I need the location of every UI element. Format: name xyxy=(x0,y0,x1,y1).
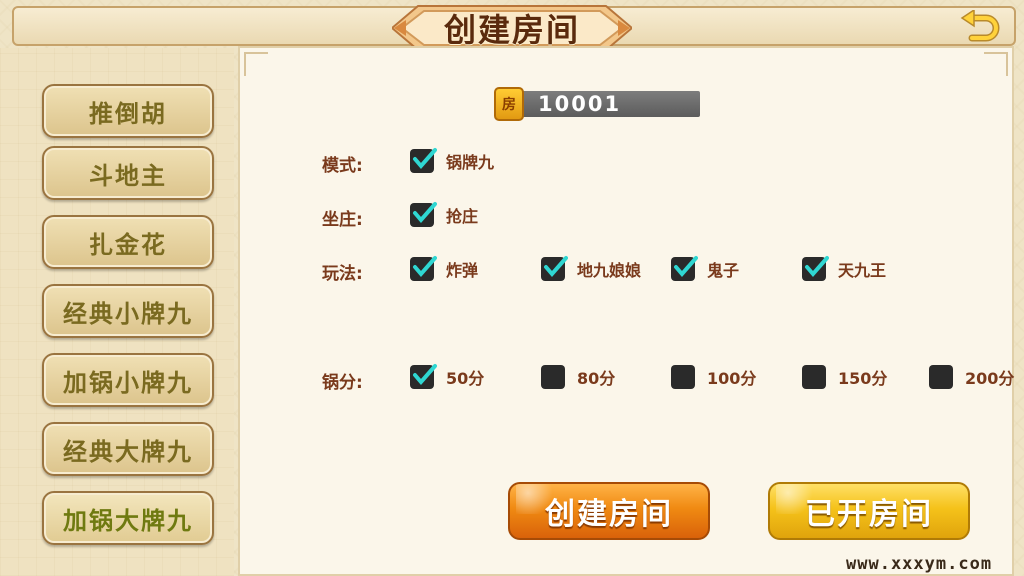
checkbox-checked[interactable] xyxy=(410,256,437,281)
checkbox-checked[interactable] xyxy=(671,256,698,281)
option-label: 地九娘娘 xyxy=(577,261,642,280)
sidebar-item-classic-small-paijiu[interactable]: 经典小牌九 xyxy=(42,284,214,338)
create-room-button[interactable]: 创建房间 xyxy=(508,482,710,540)
play-option-guizi[interactable]: 鬼子 xyxy=(671,256,739,282)
checkbox-checked[interactable] xyxy=(410,364,437,389)
check-icon xyxy=(544,256,568,278)
check-icon xyxy=(674,256,698,278)
opened-rooms-button[interactable]: 已开房间 xyxy=(768,482,970,540)
watermark: www.xxxym.com xyxy=(846,554,993,574)
pot-option-150[interactable]: 150分 xyxy=(802,364,887,390)
checkbox-unchecked[interactable] xyxy=(671,365,695,389)
button-shine xyxy=(516,484,556,514)
sidebar-item-tuidaohu[interactable]: 推倒胡 xyxy=(42,84,214,138)
sidebar-item-doudizhu[interactable]: 斗地主 xyxy=(42,146,214,200)
sidebar-item-classic-big-paijiu[interactable]: 经典大牌九 xyxy=(42,422,214,476)
room-icon: 房 xyxy=(494,87,524,121)
check-icon xyxy=(413,202,437,224)
option-label: 50分 xyxy=(446,369,485,388)
checkbox-checked[interactable] xyxy=(410,148,437,173)
panel-corner-ornament xyxy=(984,52,1008,76)
option-label: 鬼子 xyxy=(707,261,740,280)
checkbox-unchecked[interactable] xyxy=(802,365,826,389)
back-button[interactable] xyxy=(958,8,1002,44)
checkbox-checked[interactable] xyxy=(802,256,829,281)
play-option-tianjiuwang[interactable]: 天九王 xyxy=(802,256,886,282)
option-label: 200分 xyxy=(965,369,1015,388)
banker-option[interactable]: 抢庄 xyxy=(410,202,478,228)
back-arrow-icon xyxy=(960,10,1000,42)
option-label: 锅牌九 xyxy=(446,153,495,172)
button-shine xyxy=(776,484,816,514)
option-label: 100分 xyxy=(707,369,757,388)
check-icon xyxy=(413,256,437,278)
mode-label: 模式: xyxy=(322,156,363,176)
sidebar-item-zhajinhua[interactable]: 扎金花 xyxy=(42,215,214,269)
checkbox-unchecked[interactable] xyxy=(541,365,565,389)
option-label: 炸弹 xyxy=(446,261,479,280)
checkbox-unchecked[interactable] xyxy=(929,365,953,389)
play-label: 玩法: xyxy=(322,264,363,284)
sidebar-item-pot-big-paijiu[interactable]: 加锅大牌九 xyxy=(42,491,214,545)
option-label: 80分 xyxy=(577,369,616,388)
room-number-display: 10001 xyxy=(520,91,700,117)
pot-option-80[interactable]: 80分 xyxy=(541,364,615,390)
sidebar-item-pot-small-paijiu[interactable]: 加锅小牌九 xyxy=(42,353,214,407)
sidebar: 推倒胡 斗地主 扎金花 经典小牌九 加锅小牌九 经典大牌九 加锅大牌九 xyxy=(0,48,234,576)
mode-option[interactable]: 锅牌九 xyxy=(410,148,494,174)
option-label: 天九王 xyxy=(838,261,887,280)
pot-option-100[interactable]: 100分 xyxy=(671,364,756,390)
banker-label: 坐庄: xyxy=(322,210,363,230)
check-icon xyxy=(413,364,437,386)
pot-score-label: 锅分: xyxy=(322,373,363,393)
play-option-bomb[interactable]: 炸弹 xyxy=(410,256,478,282)
option-label: 150分 xyxy=(838,369,888,388)
panel-corner-ornament xyxy=(244,52,268,76)
checkbox-checked[interactable] xyxy=(410,202,437,227)
play-option-dijiu-niangniang[interactable]: 地九娘娘 xyxy=(541,256,641,282)
check-icon xyxy=(413,148,437,170)
check-icon xyxy=(805,256,829,278)
pot-option-200[interactable]: 200分 xyxy=(929,364,1014,390)
checkbox-checked[interactable] xyxy=(541,256,568,281)
pot-option-50[interactable]: 50分 xyxy=(410,364,484,390)
option-label: 抢庄 xyxy=(446,207,479,226)
